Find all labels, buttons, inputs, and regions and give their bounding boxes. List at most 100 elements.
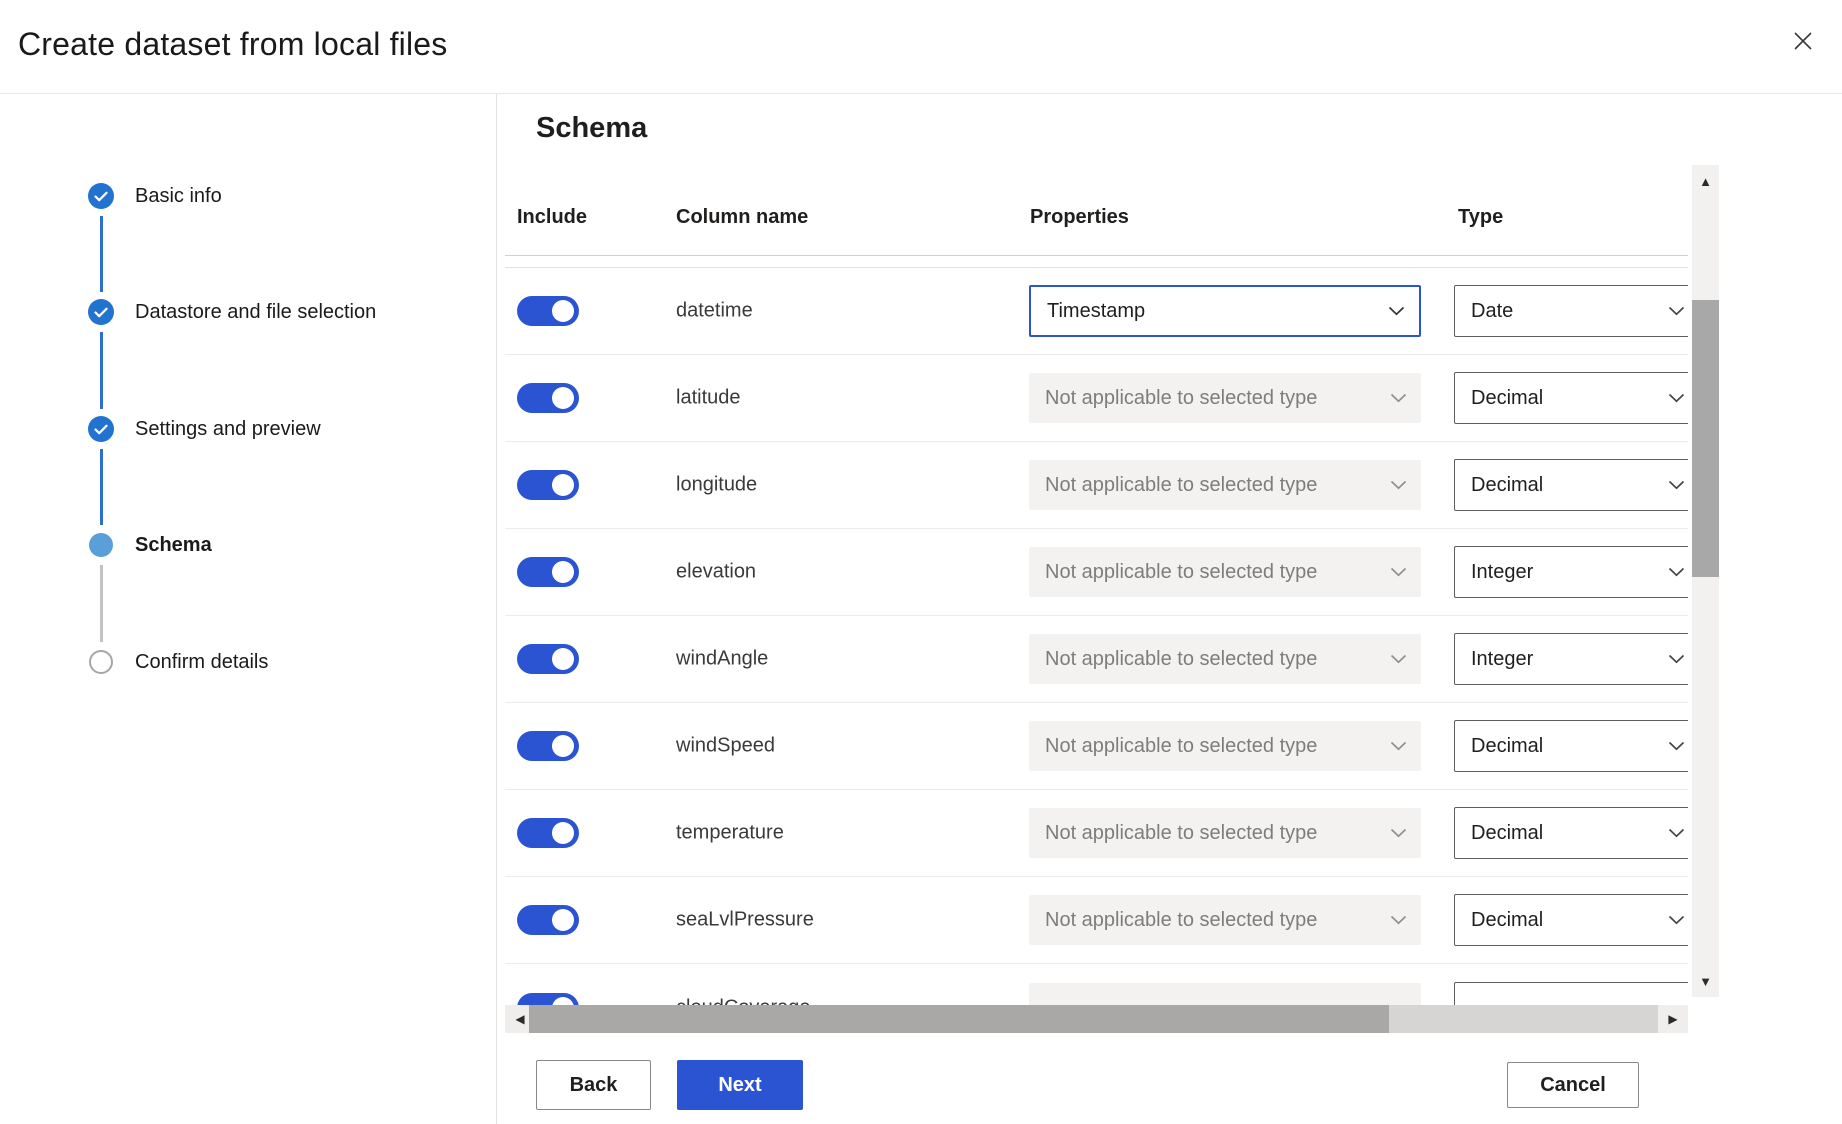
properties-value: Timestamp (1047, 300, 1145, 323)
table-row: latitude Not applicable to selected type… (505, 355, 1688, 442)
chevron-down-icon (1390, 828, 1407, 838)
type-dropdown[interactable] (1454, 982, 1688, 1006)
stepper-connector (100, 449, 103, 525)
include-toggle[interactable] (517, 644, 579, 674)
include-toggle[interactable] (517, 470, 579, 500)
scroll-up-arrow-icon[interactable]: ▲ (1692, 165, 1719, 197)
properties-value: Not applicable to selected type (1045, 561, 1317, 584)
type-value: Date (1471, 300, 1513, 323)
type-value: Integer (1471, 561, 1533, 584)
properties-dropdown[interactable]: Not applicable to selected type (1029, 373, 1421, 423)
stepper-connector (100, 565, 103, 642)
table-row: windAngle Not applicable to selected typ… (505, 616, 1688, 703)
toggle-knob (552, 735, 574, 757)
column-name-label: cloudCoverage (676, 996, 811, 1005)
next-button[interactable]: Next (677, 1060, 803, 1110)
toggle-knob (552, 387, 574, 409)
table-row: windSpeed Not applicable to selected typ… (505, 703, 1688, 790)
column-header-properties: Properties (1030, 206, 1129, 229)
toggle-knob (552, 822, 574, 844)
step-label: Settings and preview (135, 418, 321, 441)
check-icon (88, 416, 114, 442)
check-icon (88, 299, 114, 325)
properties-dropdown[interactable]: Timestamp (1029, 285, 1421, 337)
properties-dropdown[interactable]: Not applicable to selected type (1029, 547, 1421, 597)
properties-dropdown[interactable]: Not applicable to selected type (1029, 895, 1421, 945)
type-dropdown[interactable]: Date (1454, 285, 1688, 337)
properties-dropdown[interactable]: Not applicable to selected type (1029, 634, 1421, 684)
type-dropdown[interactable]: Decimal (1454, 372, 1688, 424)
horizontal-scrollbar-thumb[interactable] (529, 1005, 1389, 1033)
stepper-item-schema[interactable]: Schema (88, 532, 212, 558)
toggle-knob (552, 474, 574, 496)
chevron-down-icon (1668, 654, 1685, 664)
type-dropdown[interactable]: Decimal (1454, 807, 1688, 859)
properties-dropdown[interactable]: Not applicable to selected type (1029, 808, 1421, 858)
include-toggle[interactable] (517, 993, 579, 1006)
vertical-scrollbar-thumb[interactable] (1692, 300, 1719, 577)
properties-value: Not applicable to selected type (1045, 474, 1317, 497)
type-value: Decimal (1471, 474, 1543, 497)
type-dropdown[interactable]: Integer (1454, 633, 1688, 685)
toggle-knob (552, 909, 574, 931)
chevron-down-icon (1668, 306, 1685, 316)
stepper-item-settings-and-preview[interactable]: Settings and preview (88, 416, 321, 442)
back-button[interactable]: Back (536, 1060, 651, 1110)
type-value: Decimal (1471, 735, 1543, 758)
toggle-knob (552, 561, 574, 583)
stepper-connector (100, 216, 103, 292)
column-name-label: windSpeed (676, 735, 775, 758)
horizontal-scrollbar[interactable]: ◀ ▶ (505, 1005, 1688, 1033)
stepper-item-basic-info[interactable]: Basic info (88, 183, 222, 209)
chevron-down-icon (1668, 480, 1685, 490)
step-label: Basic info (135, 185, 222, 208)
type-value: Decimal (1471, 822, 1543, 845)
properties-dropdown[interactable]: Not applicable to selected type (1029, 460, 1421, 510)
column-name-label: seaLvlPressure (676, 909, 814, 932)
properties-dropdown[interactable] (1029, 983, 1421, 1006)
dialog-header: Create dataset from local files (0, 0, 1842, 94)
column-header-type: Type (1458, 206, 1503, 229)
include-toggle[interactable] (517, 296, 579, 326)
chevron-down-icon (1390, 393, 1407, 403)
include-toggle[interactable] (517, 905, 579, 935)
scroll-right-arrow-icon[interactable]: ▶ (1658, 1005, 1688, 1033)
column-name-label: latitude (676, 387, 741, 410)
table-row: datetime Timestamp Date (505, 268, 1688, 355)
type-value: Integer (1471, 648, 1533, 671)
column-name-label: datetime (676, 300, 753, 323)
chevron-down-icon (1668, 915, 1685, 925)
column-name-label: elevation (676, 561, 756, 584)
chevron-down-icon (1390, 567, 1407, 577)
close-button[interactable] (1784, 22, 1822, 60)
chevron-down-icon (1390, 480, 1407, 490)
cancel-button[interactable]: Cancel (1507, 1062, 1639, 1108)
properties-value: Not applicable to selected type (1045, 648, 1317, 671)
empty-step-icon (89, 650, 113, 674)
table-row-partial: cloudCoverage (505, 964, 1688, 1005)
vertical-scrollbar[interactable]: ▲ ▼ (1692, 165, 1719, 997)
toggle-knob (552, 648, 574, 670)
page-title: Schema (536, 112, 647, 145)
properties-value: Not applicable to selected type (1045, 822, 1317, 845)
stepper-panel: Basic info Datastore and file selection … (0, 94, 497, 1124)
type-dropdown[interactable]: Decimal (1454, 894, 1688, 946)
type-value: Decimal (1471, 387, 1543, 410)
include-toggle[interactable] (517, 557, 579, 587)
table-row: seaLvlPressure Not applicable to selecte… (505, 877, 1688, 964)
toggle-knob (552, 300, 574, 322)
include-toggle[interactable] (517, 731, 579, 761)
chevron-down-icon (1388, 306, 1405, 316)
stepper-item-confirm-details[interactable]: Confirm details (88, 649, 268, 675)
scroll-down-arrow-icon[interactable]: ▼ (1692, 965, 1719, 997)
type-dropdown[interactable]: Integer (1454, 546, 1688, 598)
type-dropdown[interactable]: Decimal (1454, 720, 1688, 772)
include-toggle[interactable] (517, 383, 579, 413)
stepper-connector (100, 332, 103, 409)
chevron-down-icon (1390, 741, 1407, 751)
include-toggle[interactable] (517, 818, 579, 848)
properties-dropdown[interactable]: Not applicable to selected type (1029, 721, 1421, 771)
chevron-down-icon (1668, 393, 1685, 403)
stepper-item-datastore-and-file-selection[interactable]: Datastore and file selection (88, 299, 376, 325)
type-dropdown[interactable]: Decimal (1454, 459, 1688, 511)
